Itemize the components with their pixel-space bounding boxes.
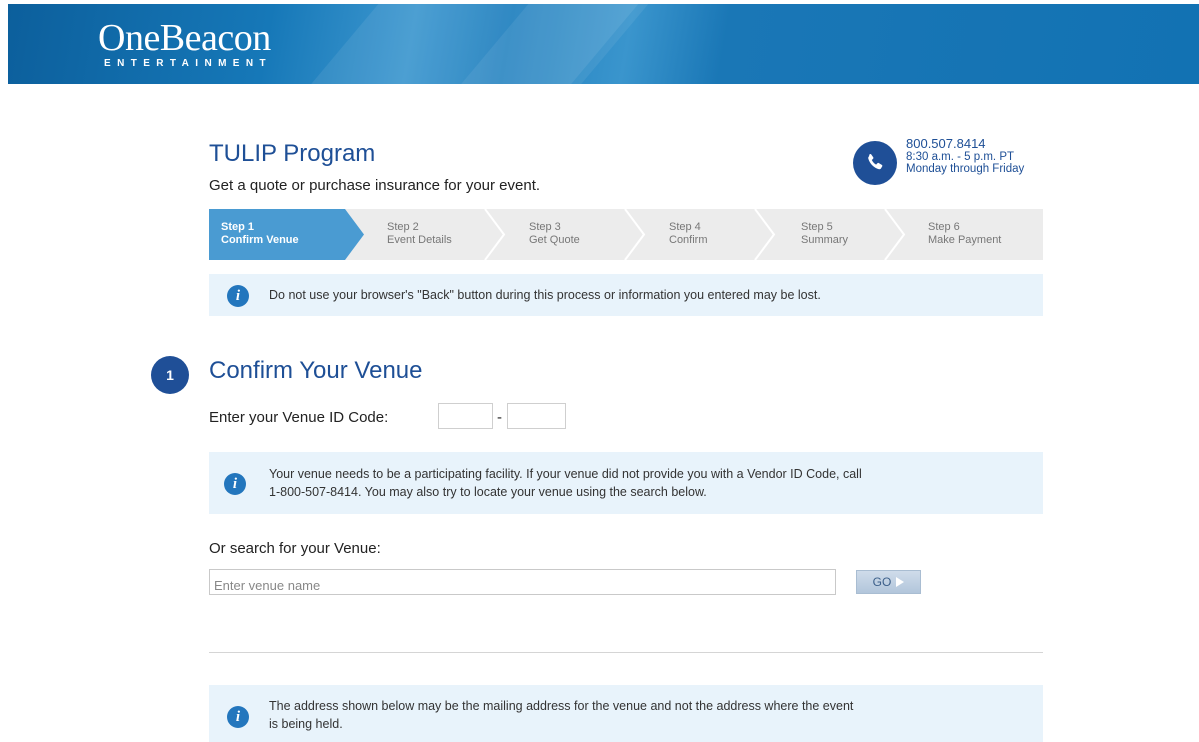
go-button[interactable]: GO xyxy=(856,570,921,594)
arrow-right-icon xyxy=(896,577,905,587)
participating-facility-line2: 1-800-507-8414. You may also try to loca… xyxy=(269,485,707,499)
info-icon: i xyxy=(224,473,246,495)
phone-hours: 8:30 a.m. - 5 p.m. PT xyxy=(906,151,1015,163)
step-event-details: Step 2 Event Details xyxy=(359,209,499,260)
participating-facility-notice: i Your venue needs to be a participating… xyxy=(209,452,1043,514)
step-summary: Step 5 Summary xyxy=(769,209,899,260)
page-title: TULIP Program xyxy=(209,140,376,167)
step-label: Make Payment xyxy=(928,234,1002,246)
site-header: OneBeacon ENTERTAINMENT xyxy=(8,4,1199,84)
mailing-address-notice: i The address shown below may be the mai… xyxy=(209,685,1043,742)
step-number: Step 4 xyxy=(669,221,701,233)
step-label: Event Details xyxy=(387,234,452,246)
step-number: Step 6 xyxy=(928,221,960,233)
step-confirm-venue: Step 1 Confirm Venue xyxy=(209,209,359,260)
step-label: Confirm Venue xyxy=(221,234,299,246)
step-number: Step 2 xyxy=(387,221,419,233)
go-button-label: GO xyxy=(872,575,892,589)
back-button-notice: i Do not use your browser's "Back" butto… xyxy=(209,274,1043,316)
info-icon: i xyxy=(227,285,249,307)
venue-id-label: Enter your Venue ID Code: xyxy=(209,409,389,426)
step-label: Summary xyxy=(801,234,849,246)
step-label: Get Quote xyxy=(529,234,580,246)
venue-search-input[interactable] xyxy=(209,569,836,595)
phone-number[interactable]: 800.507.8414 xyxy=(906,136,986,151)
venue-search-label: Or search for your Venue: xyxy=(209,540,381,557)
section-title: Confirm Your Venue xyxy=(209,357,423,384)
progress-steps: Step 1 Confirm Venue Step 2 Event Detail… xyxy=(209,209,1043,260)
logo[interactable]: OneBeacon xyxy=(98,18,271,58)
back-button-notice-text: Do not use your browser's "Back" button … xyxy=(269,288,821,302)
venue-id-part2-input[interactable] xyxy=(507,403,566,429)
step-label: Confirm xyxy=(669,234,708,246)
mailing-address-line2: is being held. xyxy=(269,717,343,731)
section-number-badge: 1 xyxy=(151,356,189,394)
logo-tagline: ENTERTAINMENT xyxy=(104,58,273,69)
step-number: Step 3 xyxy=(529,221,561,233)
step-confirm: Step 4 Confirm xyxy=(639,209,769,260)
step-get-quote: Step 3 Get Quote xyxy=(499,209,639,260)
page-subtitle: Get a quote or purchase insurance for yo… xyxy=(209,177,541,194)
step-number: Step 5 xyxy=(801,221,833,233)
participating-facility-line1: Your venue needs to be a participating f… xyxy=(269,467,862,481)
phone-days: Monday through Friday xyxy=(906,163,1025,175)
section-divider xyxy=(209,652,1043,653)
venue-id-part1-input[interactable] xyxy=(438,403,493,429)
phone-icon xyxy=(853,141,897,185)
step-make-payment: Step 6 Make Payment xyxy=(899,209,1043,260)
venue-id-separator: - xyxy=(497,409,502,426)
mailing-address-line1: The address shown below may be the maili… xyxy=(269,699,854,713)
step-number: Step 1 xyxy=(221,221,255,233)
info-icon: i xyxy=(227,706,249,728)
